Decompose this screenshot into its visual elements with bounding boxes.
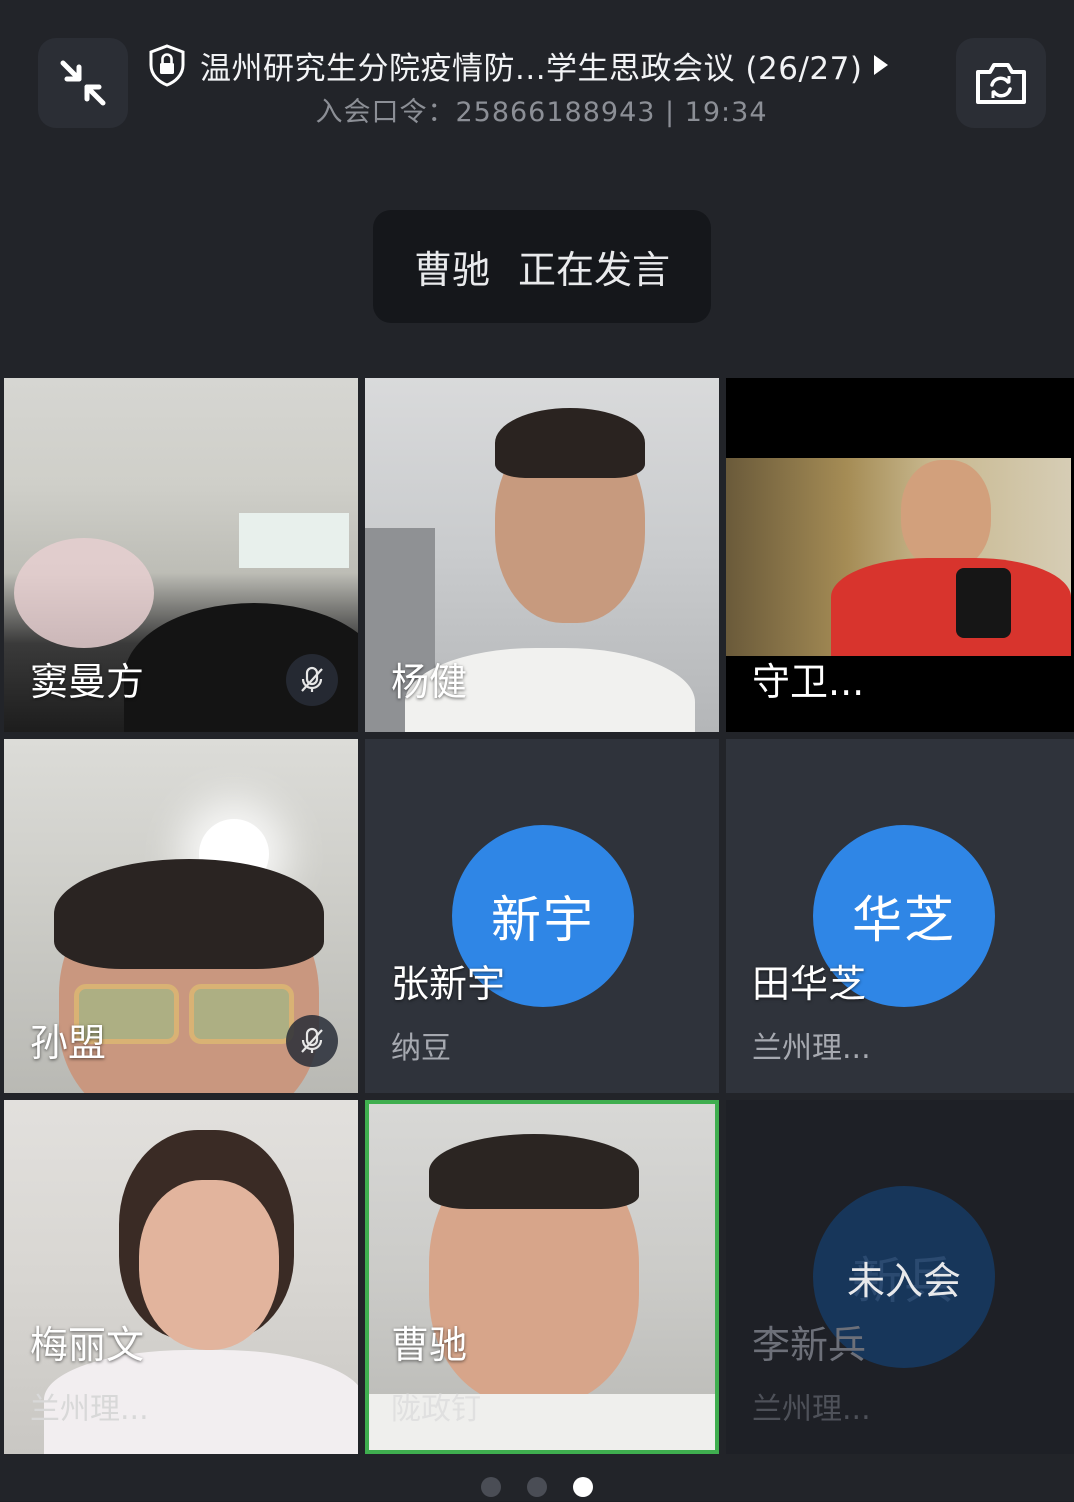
participant-org: 兰州理...: [752, 1031, 871, 1066]
meeting-title-row[interactable]: 温州研究生分院疫情防...学生思政会议 (26/27): [146, 36, 926, 94]
participant-org: 陇政钉: [391, 1392, 481, 1427]
participant-tile-not-joined[interactable]: 新兵 未入会 李新兵 兰州理...: [726, 1100, 1074, 1454]
participant-name: 孙盟: [30, 1021, 107, 1065]
participant-tile[interactable]: 孙盟: [4, 739, 358, 1093]
camera-switch-icon: [976, 63, 1026, 104]
participant-name: 田华芝: [752, 962, 867, 1006]
page-dot[interactable]: [481, 1477, 501, 1497]
participant-name: 张新宇: [391, 962, 506, 1006]
participant-name: 杨健: [391, 660, 468, 704]
participant-tile[interactable]: 新宇 张新宇 纳豆: [365, 739, 719, 1093]
participant-video: [726, 458, 1071, 656]
participant-tile[interactable]: 杨健: [365, 378, 719, 732]
participant-org: 纳豆: [391, 1031, 451, 1066]
active-speaker-status: 正在发言: [518, 248, 671, 292]
participant-name: 窦曼方: [30, 660, 145, 704]
meeting-code-time: 入会口令：25866188943 | 19:34: [315, 97, 768, 128]
caret-right-icon: [874, 55, 889, 75]
participant-name: 守卫...: [752, 660, 865, 704]
participant-org: 兰州理...: [30, 1392, 149, 1427]
meeting-screen: 温州研究生分院疫情防...学生思政会议 (26/27) 入会口令：2586618…: [0, 0, 1074, 1501]
active-speaker-name: 曹驰: [413, 248, 490, 292]
meeting-header: 温州研究生分院疫情防...学生思政会议 (26/27) 入会口令：2586618…: [0, 0, 1074, 150]
meeting-title: 温州研究生分院疫情防...学生思政会议 (26/27): [200, 50, 863, 87]
page-dot[interactable]: [527, 1477, 547, 1497]
participant-name: 曹驰: [391, 1323, 468, 1367]
page-dot-current[interactable]: [573, 1477, 593, 1497]
participant-tile[interactable]: 华芝 田华芝 兰州理...: [726, 739, 1074, 1093]
participant-tile[interactable]: 梅丽文 兰州理...: [4, 1100, 358, 1454]
participant-tile[interactable]: 守卫...: [726, 378, 1074, 732]
shield-lock-icon: [146, 42, 188, 88]
camera-switch-button[interactable]: [956, 38, 1046, 128]
participant-org: 兰州理...: [752, 1392, 871, 1427]
participant-name: 李新兵: [752, 1323, 867, 1367]
participant-grid: 窦曼方 杨健 守卫... 孙盟 新宇 张新宇 纳豆 华芝 田华芝 兰州理... …: [4, 378, 1074, 1458]
page-indicator[interactable]: [0, 1472, 1074, 1502]
mic-off-icon: [286, 1015, 338, 1067]
participant-tile-speaking[interactable]: 曹驰 陇政钉: [365, 1100, 719, 1454]
mic-off-icon: [286, 654, 338, 706]
participant-tile[interactable]: 窦曼方: [4, 378, 358, 732]
participant-name: 梅丽文: [30, 1323, 145, 1367]
active-speaker-banner: 曹驰 正在发言: [373, 210, 711, 323]
